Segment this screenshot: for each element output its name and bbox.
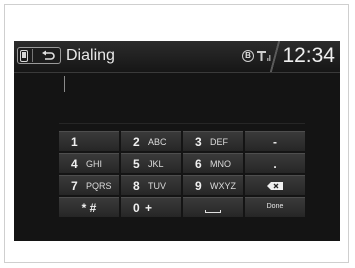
key-3[interactable]: 3 DEF (183, 131, 243, 151)
done-label: Done (266, 203, 284, 210)
bluetooth-icon: B (242, 50, 254, 62)
key-symbol: . (273, 157, 277, 171)
clock: 12:34 (282, 44, 335, 67)
key-9[interactable]: 9 WXYZ (183, 175, 243, 195)
header-icon-group (17, 47, 61, 64)
header-bar: Dialing B 12:34 (14, 41, 340, 73)
key-8[interactable]: 8 TUV (121, 175, 181, 195)
key-2[interactable]: 2 ABC (121, 131, 181, 151)
key-period[interactable]: . (245, 153, 305, 173)
key-4[interactable]: 4 GHI (59, 153, 119, 173)
key-digit: 2 (133, 135, 140, 149)
key-letters: + (145, 201, 153, 215)
input-cursor (64, 76, 65, 92)
key-digit: 9 (195, 179, 202, 193)
key-5[interactable]: 5 JKL (121, 153, 181, 173)
key-digit: 6 (195, 157, 202, 171)
key-symbol: - (273, 135, 277, 149)
phone-icon[interactable] (18, 48, 30, 63)
key-0[interactable]: 0 + (121, 197, 181, 217)
key-hyphen[interactable]: - (245, 131, 305, 151)
key-digit: 8 (133, 179, 140, 193)
icon-divider (32, 49, 33, 62)
key-digit: 5 (133, 157, 140, 171)
screen-title: Dialing (66, 47, 115, 64)
number-entry-field[interactable] (59, 123, 305, 124)
header-divider (268, 41, 282, 72)
key-digit: 7 (71, 179, 78, 193)
key-letters: PQRS (86, 181, 112, 191)
key-symbol: * # (81, 201, 97, 215)
key-digit: 3 (195, 135, 202, 149)
key-6[interactable]: 6 MNO (183, 153, 243, 173)
key-letters: WXYZ (210, 181, 236, 191)
key-letters: DEF (210, 137, 228, 147)
key-letters: JKL (148, 159, 164, 169)
back-icon[interactable] (35, 50, 60, 62)
key-7[interactable]: 7 PQRS (59, 175, 119, 195)
key-letters: GHI (86, 159, 103, 169)
key-digit: 1 (71, 135, 78, 149)
key-letters: ABC (148, 137, 167, 147)
key-letters: MNO (210, 159, 231, 169)
dialing-screen: Dialing B 12:34 1 2 ABC 3 DEF - 4 GHI 5 … (14, 41, 340, 241)
key-digit: 0 (133, 201, 140, 215)
key-1[interactable]: 1 (59, 131, 119, 151)
key-star-hash[interactable]: * # (59, 197, 119, 217)
backspace-icon (267, 182, 283, 190)
key-digit: 4 (71, 157, 78, 171)
status-icons: B (242, 50, 271, 62)
space-icon (205, 210, 221, 213)
done-button[interactable]: Done (245, 197, 305, 217)
key-letters: TUV (148, 181, 166, 191)
space-button[interactable] (183, 197, 243, 217)
backspace-button[interactable] (245, 175, 305, 195)
dial-keypad: 1 2 ABC 3 DEF - 4 GHI 5 JKL 6 MNO . 7 PQ… (59, 131, 305, 217)
